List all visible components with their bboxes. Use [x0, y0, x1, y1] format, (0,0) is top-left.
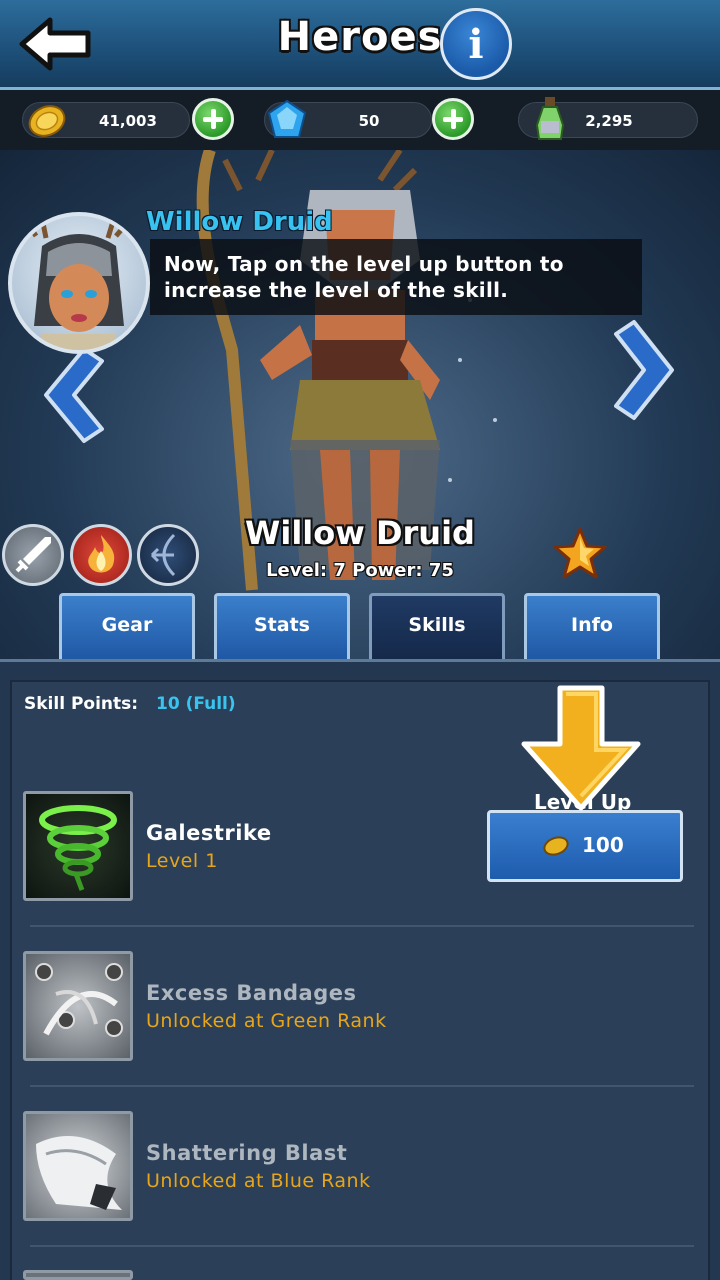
level-up-button[interactable]: 100 [487, 810, 683, 882]
divider [30, 1085, 694, 1087]
hero-level-power: Level: 7 Power: 75 [266, 560, 454, 581]
skill-unlock-requirement: Unlocked at Blue Rank [146, 1170, 371, 1192]
next-hero-button[interactable] [614, 318, 678, 422]
skill-icon-galestrike[interactable] [23, 791, 133, 901]
gem-icon [267, 99, 307, 138]
potion-counter: 2,295 [518, 97, 698, 140]
tutorial-text: Now, Tap on the level up button to incre… [164, 252, 564, 302]
skill-name: Galestrike [146, 821, 272, 845]
blast-icon [36, 1136, 122, 1210]
skill-name: Excess Bandages [146, 981, 357, 1005]
divider [30, 925, 694, 927]
tab-skills[interactable]: Skills [369, 593, 505, 659]
coin-icon [543, 836, 569, 856]
top-bar: Heroes i [0, 0, 720, 90]
skill-icon-shattering-blast[interactable] [23, 1111, 133, 1221]
hero-name: Willow Druid [245, 514, 475, 552]
skill-points-label: Skill Points: [24, 694, 139, 714]
prev-hero-button[interactable] [40, 345, 104, 445]
page-title: Heroes [277, 14, 443, 60]
skill-name: Shattering Blast [146, 1141, 348, 1165]
gold-counter: 41,003 [22, 102, 190, 138]
tab-info[interactable]: Info [524, 593, 660, 659]
skill-level: Level 1 [146, 850, 218, 872]
skill-points-value: 10 (Full) [156, 694, 236, 714]
add-gold-button[interactable] [192, 98, 234, 140]
gold-value: 41,003 [99, 112, 157, 130]
skill-unlock-requirement: Unlocked at Green Rank [146, 1010, 387, 1032]
tutorial-pointer-arrow-icon [521, 685, 641, 811]
tab-gear[interactable]: Gear [59, 593, 195, 659]
skill-icon-partial [23, 1270, 133, 1280]
tornado-icon [39, 805, 117, 891]
tutorial-dialog: Now, Tap on the level up button to incre… [150, 239, 642, 315]
divider [30, 1245, 694, 1247]
potion-value: 2,295 [585, 112, 633, 130]
speaker-avatar [8, 212, 150, 354]
tutorial-speaker-name: Willow Druid [146, 207, 333, 237]
add-gems-button[interactable] [432, 98, 474, 140]
info-icon: i [468, 20, 484, 68]
coin-icon [28, 105, 66, 137]
tab-stats[interactable]: Stats [214, 593, 350, 659]
druid-portrait-icon [23, 217, 130, 350]
info-button[interactable]: i [440, 8, 512, 80]
bandage-icon [35, 963, 123, 1037]
gems-value: 50 [358, 112, 380, 130]
currency-bar: 41,003 50 2,295 [0, 90, 720, 150]
potion-icon [535, 97, 565, 140]
skill-icon-excess-bandages[interactable] [23, 951, 133, 1061]
gems-counter: 50 [264, 99, 432, 138]
star-icon[interactable] [552, 526, 608, 580]
level-up-cost: 100 [582, 833, 624, 857]
